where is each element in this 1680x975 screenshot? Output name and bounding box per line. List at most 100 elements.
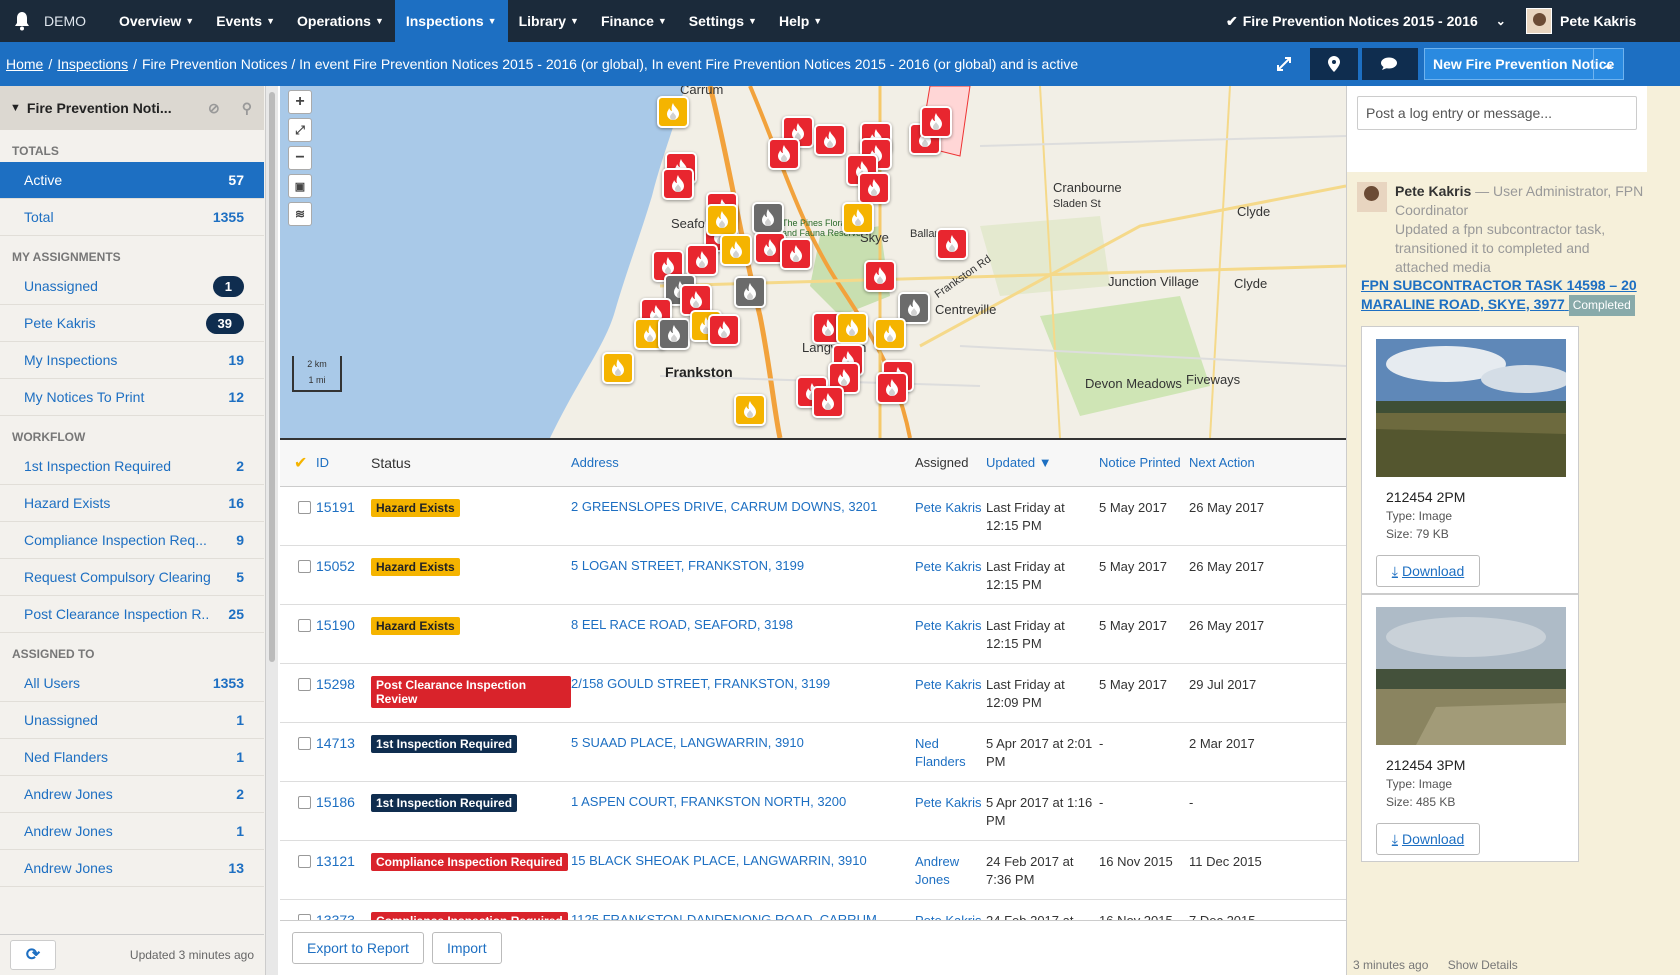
table-row[interactable]: 15191 Hazard Exists 2 GREENSLOPES DRIVE, C… — [280, 486, 1346, 546]
fire-marker-yellow[interactable] — [874, 318, 906, 350]
address-link[interactable]: 8 EEL RACE ROAD, SEAFORD, 3198 — [571, 604, 915, 664]
sidebar-item-unassigned[interactable]: Unassigned 1 — [0, 268, 264, 305]
menu-operations[interactable]: Operations ▼ — [286, 0, 395, 42]
sidebar-item-total[interactable]: Total 1355 — [0, 199, 264, 236]
table-row[interactable]: 13373Compliance Inspection Required1125 … — [280, 899, 1346, 920]
fire-marker-yellow[interactable] — [734, 394, 766, 426]
fire-marker-red[interactable] — [920, 106, 952, 138]
fire-marker-yellow[interactable] — [836, 312, 868, 344]
address-link[interactable]: 1125 FRANKSTON-DANDENONG ROAD, CARRUM DO… — [571, 899, 915, 920]
table-row[interactable]: 14713 1st Inspection Required 5 SUAAD PLAC… — [280, 722, 1346, 782]
breadcrumb-home[interactable]: Home — [6, 56, 43, 72]
address-link[interactable]: 5 LOGAN STREET, FRANKSTON, 3199 — [571, 545, 915, 605]
attachment-thumbnail[interactable] — [1376, 607, 1566, 745]
fire-marker-red[interactable] — [768, 138, 800, 170]
fire-marker-red[interactable] — [858, 172, 890, 204]
menu-help[interactable]: Help ▼ — [768, 0, 833, 42]
log-entry-input[interactable]: Post a log entry or message... — [1357, 96, 1637, 130]
fire-marker-red[interactable] — [864, 260, 896, 292]
row-checkbox[interactable] — [298, 736, 311, 750]
sidebar-item-assigned-unassigned[interactable]: Unassigned 1 — [0, 702, 264, 739]
fire-marker-red[interactable] — [708, 314, 740, 346]
chat-button[interactable] — [1362, 48, 1418, 80]
notice-id[interactable]: 15298 — [316, 663, 371, 723]
menu-events[interactable]: Events ▼ — [205, 0, 286, 42]
fire-marker-yellow[interactable] — [842, 202, 874, 234]
download-button[interactable]: ⤓ Download — [1376, 555, 1480, 587]
column-address[interactable]: Address — [571, 440, 915, 487]
assigned-user[interactable]: Pete Kakris — [915, 663, 986, 723]
new-notice-dropdown-toggle[interactable]: ⌄ — [1593, 49, 1623, 79]
fire-marker-red[interactable] — [686, 244, 718, 276]
assigned-user[interactable]: Pete Kakris — [915, 604, 986, 664]
address-link[interactable]: 15 BLACK SHEOAK PLACE, LANGWARRIN, 3910 — [571, 840, 915, 900]
refresh-button[interactable]: ⟳ — [10, 940, 56, 970]
column-status[interactable]: Status — [371, 440, 571, 487]
notice-id[interactable]: 13121 — [316, 840, 371, 900]
row-checkbox[interactable] — [298, 677, 311, 691]
log-author[interactable]: Pete Kakris — [1395, 183, 1471, 199]
scrollbar-thumb[interactable] — [269, 92, 275, 662]
expand-button[interactable] — [1266, 48, 1302, 80]
breadcrumb-inspections[interactable]: Inspections — [57, 56, 128, 72]
sidebar-item-andrew-jones[interactable]: Andrew Jones 2 — [0, 776, 264, 813]
table-row[interactable]: 15190 Hazard Exists 8 EEL RACE ROAD, SEAFO… — [280, 604, 1346, 664]
table-row[interactable]: 15298 Post Clearance Inspection Review 2/1… — [280, 663, 1346, 723]
show-details-link[interactable]: Show Details — [1448, 958, 1518, 972]
new-fire-prevention-notice-button[interactable]: New Fire Prevention Notice ⌄ — [1424, 48, 1624, 80]
map-view[interactable]: + ⤢ − ▣ ≋ 2 km 1 mi Carrum Cranbourne Sl… — [280, 86, 1346, 438]
assigned-user[interactable]: Pete Kakris — [915, 899, 986, 920]
import-button[interactable]: Import — [431, 932, 502, 964]
assigned-user[interactable]: Pete Kakris — [915, 545, 986, 605]
sidebar-item-request-clearing[interactable]: Request Compulsory Clearing 5 — [0, 559, 264, 596]
menu-finance[interactable]: Finance ▼ — [590, 0, 678, 42]
sidebar-item-hazard-exists[interactable]: Hazard Exists 16 — [0, 485, 264, 522]
layers-button[interactable]: ≋ — [288, 202, 312, 226]
menu-library[interactable]: Library ▼ — [508, 0, 590, 42]
sidebar-item-1st-inspection[interactable]: 1st Inspection Required 2 — [0, 448, 264, 485]
select-all-checkbox[interactable]: ✔ — [280, 440, 316, 487]
row-checkbox[interactable] — [298, 795, 311, 809]
sidebar-item-my-inspections[interactable]: My Inspections 19 — [0, 342, 264, 379]
column-assigned[interactable]: Assigned — [915, 440, 986, 487]
zoom-in-button[interactable]: + — [288, 90, 312, 114]
sidebar-item-ned-flanders[interactable]: Ned Flanders 1 — [0, 739, 264, 776]
fire-marker-yellow[interactable] — [720, 234, 752, 266]
chevron-down-icon[interactable]: ▼ — [10, 102, 21, 114]
sidebar-item-post-clearance[interactable]: Post Clearance Inspection R.. 25 — [0, 596, 264, 633]
map-pin-button[interactable] — [1310, 48, 1358, 80]
notice-id[interactable]: 15186 — [316, 781, 371, 841]
row-checkbox[interactable] — [298, 500, 311, 514]
attachment-thumbnail[interactable] — [1376, 339, 1566, 477]
notice-id[interactable]: 15052 — [316, 545, 371, 605]
fire-marker-red[interactable] — [812, 386, 844, 418]
sidebar-scrollbar[interactable] — [266, 86, 278, 975]
sidebar-item-all-users[interactable]: All Users 1353 — [0, 665, 264, 702]
fire-marker-grey[interactable] — [752, 202, 784, 234]
fire-marker-red[interactable] — [814, 124, 846, 156]
column-notice-printed[interactable]: Notice Printed — [1099, 440, 1189, 487]
sidebar-item-pete-kakris[interactable]: Pete Kakris 39 — [0, 305, 264, 342]
fire-marker-yellow[interactable] — [706, 204, 738, 236]
export-to-report-button[interactable]: Export to Report — [292, 932, 424, 964]
address-link[interactable]: 1 ASPEN COURT, FRANKSTON NORTH, 3200 — [571, 781, 915, 841]
row-checkbox[interactable] — [298, 854, 311, 868]
table-row[interactable]: 15186 1st Inspection Required 1 ASPEN COUR… — [280, 781, 1346, 841]
assigned-user[interactable]: Ned Flanders — [915, 722, 986, 782]
menu-overview[interactable]: Overview ▼ — [108, 0, 205, 42]
fire-marker-red[interactable] — [780, 238, 812, 270]
bell-logo-icon[interactable] — [0, 0, 44, 42]
fit-bounds-button[interactable]: ⤢ — [288, 118, 312, 142]
assigned-user[interactable]: Andrew Jones — [915, 840, 986, 900]
notice-id[interactable]: 14713 — [316, 722, 371, 782]
event-selector[interactable]: ✔ Fire Prevention Notices 2015 - 2016 ⌄ — [1226, 0, 1506, 42]
menu-settings[interactable]: Settings ▼ — [678, 0, 768, 42]
fire-marker-red[interactable] — [662, 168, 694, 200]
column-id[interactable]: ID — [316, 440, 371, 487]
fullscreen-button[interactable]: ▣ — [288, 174, 312, 198]
table-row[interactable]: 13121 Compliance Inspection Required 15 BL… — [280, 840, 1346, 900]
sidebar-item-active[interactable]: Active 57 — [0, 162, 264, 199]
column-next-action[interactable]: Next Action — [1189, 440, 1346, 487]
assigned-user[interactable]: Pete Kakris — [915, 486, 986, 546]
address-link[interactable]: 2 GREENSLOPES DRIVE, CARRUM DOWNS, 3201 — [571, 486, 915, 546]
